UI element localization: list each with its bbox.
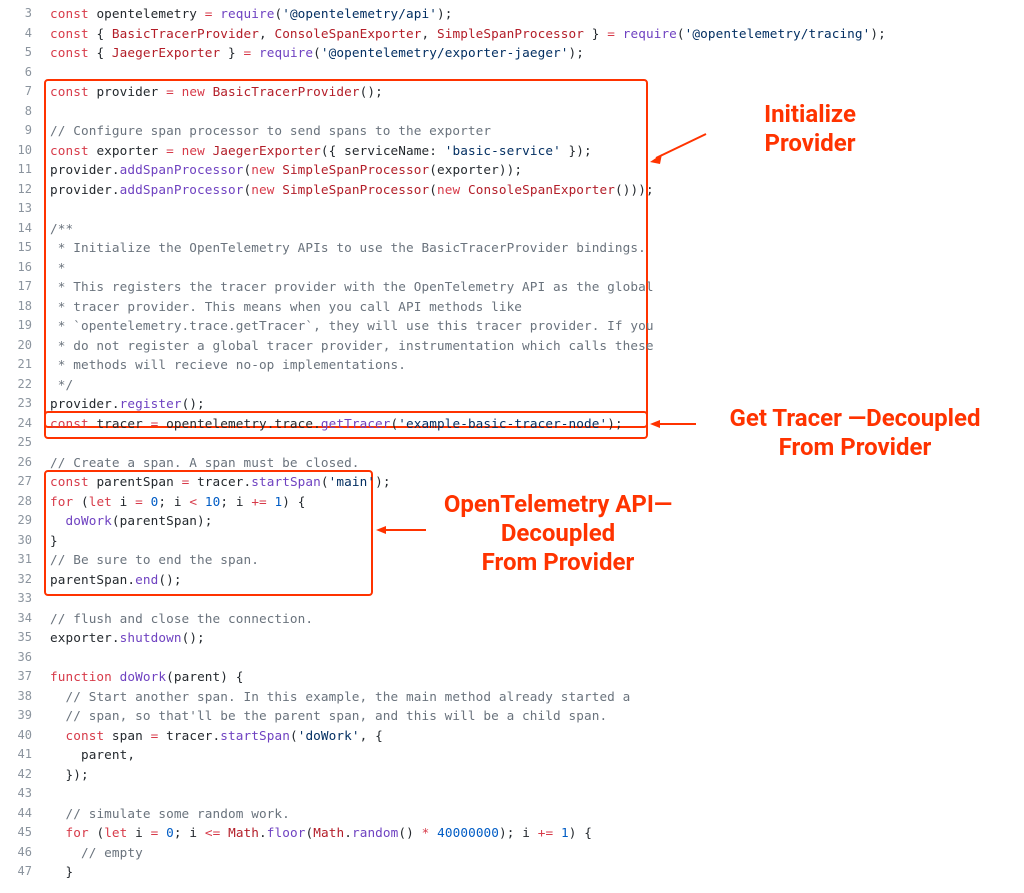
line-number: 7 [0,82,40,102]
code-line[interactable]: } [50,862,1016,882]
line-number: 29 [0,511,40,531]
arrow-api [374,524,429,536]
code-line[interactable]: const { JaegerExporter } = require('@ope… [50,43,1016,63]
arrow-initialize [648,130,708,170]
code-line[interactable]: // span, so that'll be the parent span, … [50,706,1016,726]
code-line[interactable]: * methods will recieve no-op implementat… [50,355,1016,375]
line-number: 13 [0,199,40,219]
line-number: 32 [0,570,40,590]
code-line[interactable]: const span = tracer.startSpan('doWork', … [50,726,1016,746]
line-number: 6 [0,63,40,83]
line-number: 39 [0,706,40,726]
code-line[interactable] [50,63,1016,83]
annotation-initialize: Initialize Provider [700,100,920,158]
line-number: 36 [0,648,40,668]
line-number: 21 [0,355,40,375]
line-number: 26 [0,453,40,473]
line-number: 23 [0,394,40,414]
line-number: 28 [0,492,40,512]
line-number: 31 [0,550,40,570]
code-line[interactable]: provider.addSpanProcessor(new SimpleSpan… [50,180,1016,200]
annotation-text: From Provider [779,433,932,461]
code-line[interactable] [50,648,1016,668]
line-number: 30 [0,531,40,551]
line-number: 15 [0,238,40,258]
code-line[interactable]: exporter.shutdown(); [50,628,1016,648]
code-editor: Initialize Provider Get Tracer —Decouple… [0,0,1024,893]
code-line[interactable]: parent, [50,745,1016,765]
line-number-gutter: 3456789101112131415161718192021222324252… [0,4,40,882]
line-number: 16 [0,258,40,278]
line-number: 20 [0,336,40,356]
line-number: 42 [0,765,40,785]
line-number: 37 [0,667,40,687]
code-line[interactable]: * `opentelemetry.trace.getTracer`, they … [50,316,1016,336]
code-line[interactable] [50,784,1016,804]
code-line[interactable] [50,199,1016,219]
code-line[interactable]: * [50,258,1016,278]
annotation-text: Provider [764,129,855,157]
annotation-text: From Provider [482,548,635,576]
line-number: 3 [0,4,40,24]
arrow-gettracer [648,418,698,430]
line-number: 4 [0,24,40,44]
code-line[interactable]: function doWork(parent) { [50,667,1016,687]
code-line[interactable]: for (let i = 0; i <= Math.floor(Math.ran… [50,823,1016,843]
line-number: 25 [0,433,40,453]
code-line[interactable]: * Initialize the OpenTelemetry APIs to u… [50,238,1016,258]
line-number: 40 [0,726,40,746]
line-number: 9 [0,121,40,141]
line-number: 11 [0,160,40,180]
line-number: 10 [0,141,40,161]
annotation-text: Decoupled [501,519,615,547]
annotation-text: OpenTelemetry API— [444,490,672,518]
code-line[interactable]: */ [50,375,1016,395]
line-number: 38 [0,687,40,707]
code-line[interactable]: /** [50,219,1016,239]
line-number: 17 [0,277,40,297]
code-line[interactable]: provider.addSpanProcessor(new SimpleSpan… [50,160,1016,180]
code-line[interactable]: // Start another span. In this example, … [50,687,1016,707]
line-number: 43 [0,784,40,804]
annotation-api: OpenTelemetry API— Decoupled From Provid… [428,490,688,576]
annotation-gettracer: Get Tracer —Decoupled From Provider [700,404,1010,462]
code-line[interactable]: const opentelemetry = require('@opentele… [50,4,1016,24]
line-number: 24 [0,414,40,434]
code-line[interactable]: }); [50,765,1016,785]
annotation-text: Get Tracer —Decoupled [730,404,981,432]
line-number: 19 [0,316,40,336]
line-number: 45 [0,823,40,843]
line-number: 34 [0,609,40,629]
line-number: 27 [0,472,40,492]
line-number: 47 [0,862,40,882]
code-line[interactable] [50,589,1016,609]
code-line[interactable]: * tracer provider. This means when you c… [50,297,1016,317]
code-line[interactable]: // simulate some random work. [50,804,1016,824]
line-number: 35 [0,628,40,648]
code-line[interactable]: // empty [50,843,1016,863]
code-line[interactable]: * This registers the tracer provider wit… [50,277,1016,297]
line-number: 12 [0,180,40,200]
annotation-text: Initialize [764,100,856,128]
code-line[interactable]: // flush and close the connection. [50,609,1016,629]
code-line[interactable]: const parentSpan = tracer.startSpan('mai… [50,472,1016,492]
line-number: 33 [0,589,40,609]
line-number: 8 [0,102,40,122]
line-number: 22 [0,375,40,395]
line-number: 14 [0,219,40,239]
line-number: 18 [0,297,40,317]
line-number: 41 [0,745,40,765]
line-number: 5 [0,43,40,63]
line-number: 46 [0,843,40,863]
code-line[interactable]: * do not register a global tracer provid… [50,336,1016,356]
code-line[interactable]: const { BasicTracerProvider, ConsoleSpan… [50,24,1016,44]
line-number: 44 [0,804,40,824]
code-line[interactable]: const provider = new BasicTracerProvider… [50,82,1016,102]
